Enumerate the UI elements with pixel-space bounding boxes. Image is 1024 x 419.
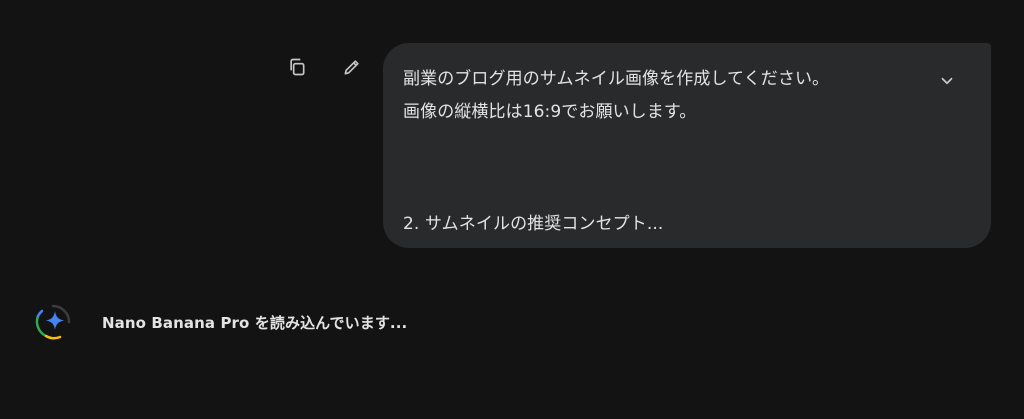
message-line-2: 画像の縦横比は16:9でお願いします。 [403, 102, 697, 122]
chevron-down-icon [941, 77, 953, 85]
copy-icon [290, 58, 305, 76]
chat-page: 副業のブログ用のサムネイル画像を作成してください。 画像の縦横比は16:9でお願… [0, 0, 1024, 419]
edit-button[interactable] [338, 53, 366, 81]
copy-button[interactable] [283, 53, 311, 81]
model-loading-row: Nano Banana Pro を読み込んでいます... [34, 302, 407, 342]
message-line-1: 副業のブログ用のサムネイル画像を作成してください。 [403, 69, 830, 89]
pencil-icon [344, 60, 359, 75]
expand-message-button[interactable] [935, 69, 959, 93]
user-message-bubble: 副業のブログ用のサムネイル画像を作成してください。 画像の縦横比は16:9でお願… [383, 43, 991, 248]
gemini-spark-icon [34, 303, 72, 341]
message-line-3: 2. サムネイルの推奨コンセプト... [403, 214, 664, 234]
message-gap [403, 129, 921, 208]
loading-status-text: Nano Banana Pro を読み込んでいます... [102, 313, 408, 332]
